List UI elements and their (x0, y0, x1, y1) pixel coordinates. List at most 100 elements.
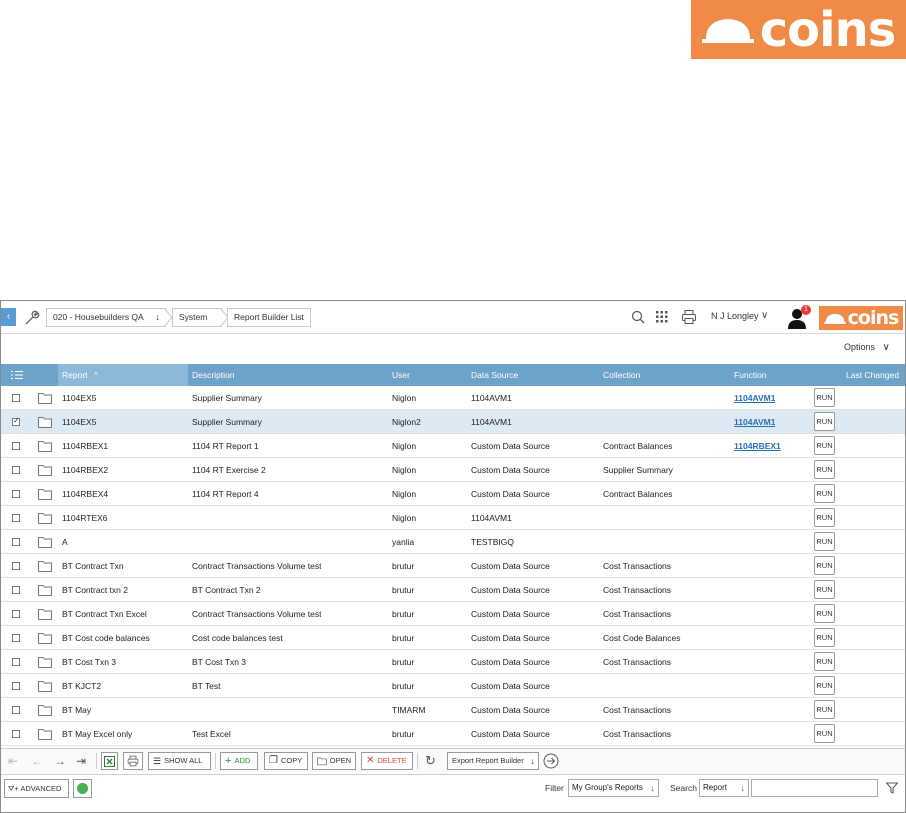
table-row[interactable]: 1104RBEX1 1104 RT Report 1 Niglon Custom Da… (1, 434, 905, 458)
search-input[interactable] (751, 779, 878, 797)
table-row[interactable]: BT Contract txn 2 BT Contract Txn 2 brutur… (1, 578, 905, 602)
advanced-filter-button[interactable]: ⛛+ ADVANCED (4, 779, 69, 798)
copy-button[interactable]: ❐ COPY (264, 752, 308, 770)
folder-icon[interactable] (38, 656, 52, 668)
column-header-function[interactable]: Function (734, 364, 767, 386)
previous-page-icon[interactable]: ← (31, 754, 43, 768)
folder-icon[interactable] (38, 680, 52, 692)
options-menu[interactable]: Options ∨ (844, 342, 890, 353)
table-row[interactable]: BT May Excel only Test Excel brutur Custom … (1, 722, 905, 746)
run-button[interactable]: RUN (814, 436, 835, 455)
row-checkbox[interactable] (12, 562, 20, 570)
folder-icon[interactable] (38, 728, 52, 740)
folder-icon[interactable] (38, 488, 52, 500)
run-button[interactable]: RUN (814, 532, 835, 551)
open-button[interactable]: OPEN (312, 752, 356, 770)
run-button[interactable]: RUN (814, 628, 835, 647)
run-button[interactable]: RUN (814, 508, 835, 527)
folder-icon[interactable] (38, 464, 52, 476)
run-button[interactable]: RUN (814, 652, 835, 671)
sidebar-toggle-button[interactable]: ‹ (1, 308, 16, 326)
run-button[interactable]: RUN (814, 412, 835, 431)
table-row[interactable]: 1104RBEX4 1104 RT Report 4 Niglon Custom Da… (1, 482, 905, 506)
table-row[interactable]: BT Cost Txn 3 BT Cost Txn 3 brutur Custom D… (1, 650, 905, 674)
table-row[interactable]: 1104RTEX6 Niglon 1104AVM1 RUN (1, 506, 905, 530)
column-header-user[interactable]: User (392, 364, 410, 386)
cell-function[interactable]: 1104AVM1 (734, 386, 775, 410)
folder-icon[interactable] (38, 608, 52, 620)
row-checkbox[interactable] (12, 394, 20, 402)
search-field-select[interactable]: Report ↓ (699, 779, 749, 797)
print-icon[interactable] (681, 309, 697, 325)
show-all-button[interactable]: ☰ SHOW ALL (148, 752, 211, 770)
table-row[interactable]: 1104EX5 Supplier Summary Niglon 1104AVM1 110… (1, 386, 905, 410)
table-row[interactable]: BT May TIMARM Custom Data Source Cost Trans… (1, 698, 905, 722)
wrench-icon[interactable] (23, 309, 41, 327)
row-checkbox[interactable] (12, 442, 20, 450)
add-button[interactable]: + ADD (220, 752, 258, 770)
folder-icon[interactable] (38, 704, 52, 716)
row-checkbox[interactable] (12, 610, 20, 618)
breadcrumb-report-builder-list[interactable]: Report Builder List (227, 308, 311, 327)
next-page-icon[interactable]: → (54, 754, 66, 768)
export-report-builder-select[interactable]: Export Report Builder ↓ (447, 752, 539, 770)
run-button[interactable]: RUN (814, 460, 835, 479)
column-header-data-source[interactable]: Data Source (471, 364, 518, 386)
cell-function[interactable]: 1104AVM1 (734, 410, 775, 434)
cell-function[interactable]: 1104RBEX1 (734, 434, 781, 458)
search-icon[interactable] (630, 309, 646, 325)
run-button[interactable]: RUN (814, 676, 835, 695)
folder-icon[interactable] (38, 440, 52, 452)
table-row[interactable]: 1104EX5 Supplier Summary Niglon2 1104AVM1 11… (1, 410, 905, 434)
column-header-collection[interactable]: Collection (603, 364, 640, 386)
run-button[interactable]: RUN (814, 700, 835, 719)
delete-button[interactable]: ✕ DELETE (361, 752, 413, 770)
chevron-down-icon[interactable]: ∨ (761, 310, 768, 321)
run-button[interactable]: RUN (814, 724, 835, 743)
run-button[interactable]: RUN (814, 580, 835, 599)
row-checkbox[interactable] (12, 490, 20, 498)
print-button[interactable] (123, 752, 143, 770)
breadcrumb-company[interactable]: 020 - Housebuilders QA ↓ (46, 308, 166, 327)
row-checkbox[interactable] (12, 466, 20, 474)
folder-icon[interactable] (38, 416, 52, 428)
column-header-report[interactable]: Report ^ (58, 364, 188, 386)
row-checkbox[interactable] (12, 682, 20, 690)
table-row[interactable]: Ayanlia TESTBIGQ RUN (1, 530, 905, 554)
row-checkbox[interactable] (12, 538, 20, 546)
column-header-last-changed[interactable]: Last Changed (846, 364, 899, 386)
run-button[interactable]: RUN (814, 484, 835, 503)
column-header-description[interactable]: Description (192, 364, 235, 386)
row-checkbox[interactable] (12, 416, 20, 426)
grid-icon[interactable] (654, 309, 670, 325)
funnel-icon[interactable] (886, 782, 898, 794)
filter-select[interactable]: My Group's Reports ↓ (568, 779, 659, 797)
table-row[interactable]: BT Contract Txn Contract Transactions Vol… (1, 554, 905, 578)
last-page-icon[interactable]: ⇥ (76, 754, 86, 768)
first-page-icon[interactable]: ⇤ (8, 754, 18, 768)
excel-export-button[interactable] (101, 752, 118, 770)
folder-icon[interactable] (38, 536, 52, 548)
folder-icon[interactable] (38, 584, 52, 596)
breadcrumb-system[interactable]: System (172, 308, 222, 327)
row-checkbox[interactable] (12, 514, 20, 522)
row-checkbox[interactable] (12, 706, 20, 714)
run-button[interactable]: RUN (814, 388, 835, 407)
run-button[interactable]: RUN (814, 604, 835, 623)
notification-badge[interactable]: 1 (801, 305, 811, 315)
row-checkbox[interactable] (12, 634, 20, 642)
refresh-icon[interactable]: ↻ (425, 754, 436, 768)
table-row[interactable]: BT Cost code balances Cost code balances … (1, 626, 905, 650)
go-arrow-icon[interactable] (543, 753, 559, 769)
folder-icon[interactable] (38, 392, 52, 404)
table-row[interactable]: BT KJCT2 BT Test brutur Custom Data Source R… (1, 674, 905, 698)
user-name[interactable]: N J Longley (711, 311, 759, 321)
apply-filter-button[interactable] (73, 779, 92, 798)
run-button[interactable]: RUN (814, 556, 835, 575)
list-icon[interactable] (11, 370, 23, 380)
folder-icon[interactable] (38, 560, 52, 572)
table-row[interactable]: 1104RBEX2 1104 RT Exercise 2 Niglon Custom … (1, 458, 905, 482)
folder-icon[interactable] (38, 512, 52, 524)
table-row[interactable]: BT Contract Txn Excel Contract Transactio… (1, 602, 905, 626)
row-checkbox[interactable] (12, 730, 20, 738)
